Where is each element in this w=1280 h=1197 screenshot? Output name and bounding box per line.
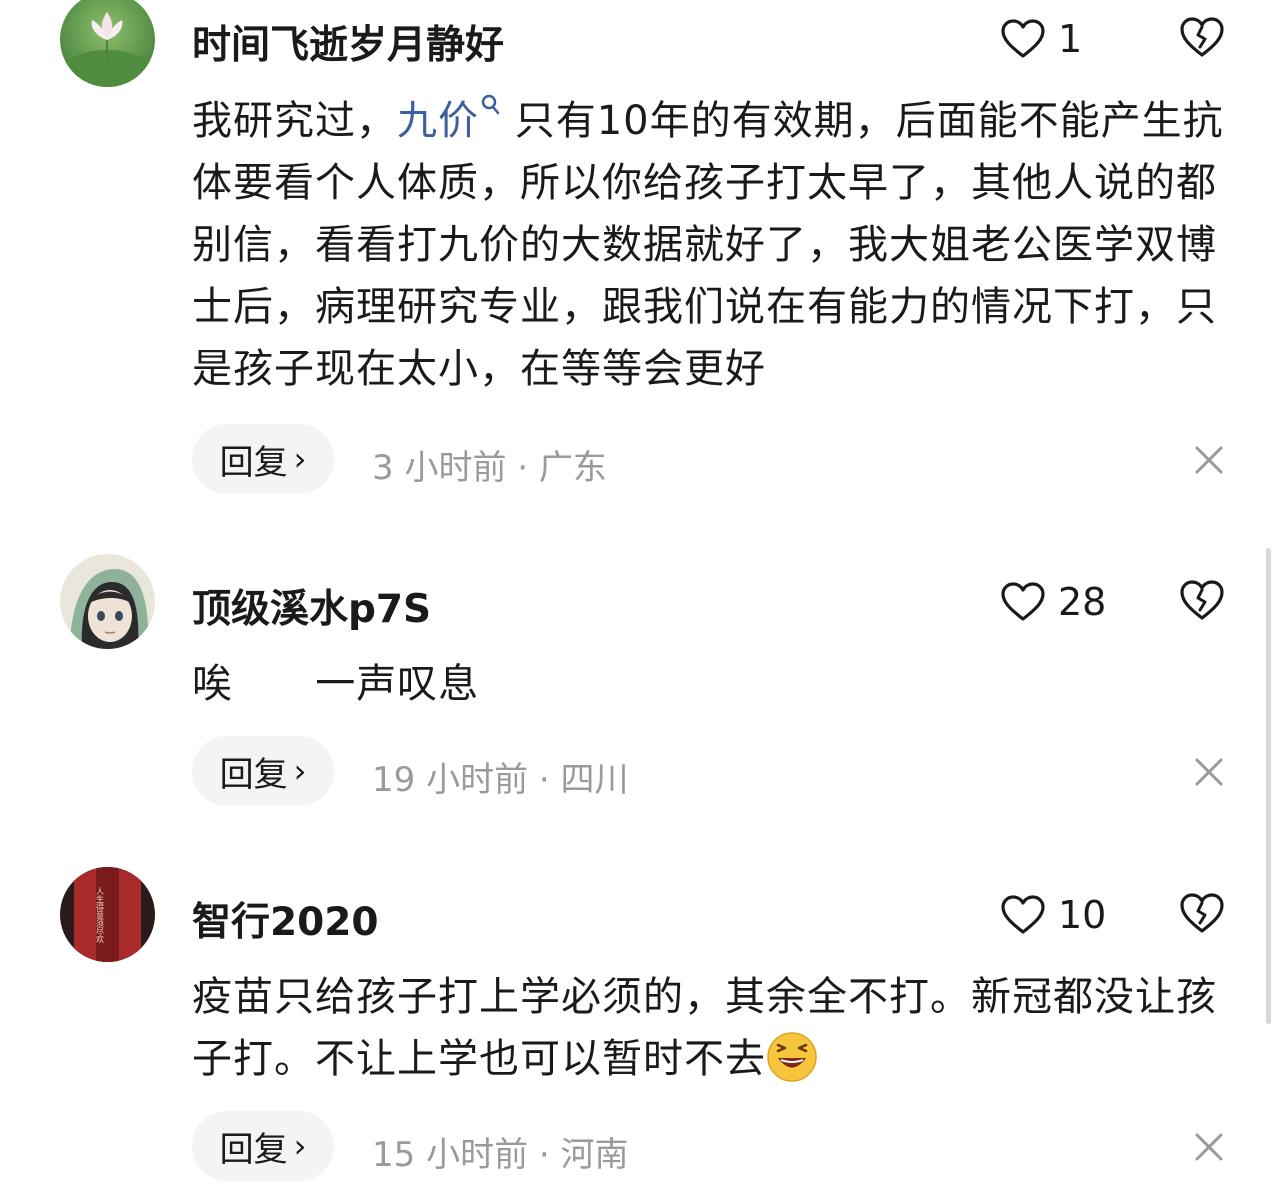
like-count: 28 <box>1058 580 1107 624</box>
comment-meta: 3 小时前 · 广东 <box>372 448 607 488</box>
heart-outline-icon <box>1001 19 1045 58</box>
reply-label: 回复 <box>219 1129 288 1170</box>
close-icon <box>1195 446 1223 474</box>
close-icon <box>1195 758 1223 786</box>
search-link[interactable]: 九价 <box>397 94 501 144</box>
comment-meta: 19 小时前 · 四川 <box>372 760 629 800</box>
comment-text-part: 我研究过， <box>192 98 397 144</box>
book-cover-avatar-image: 人生得意须尽欢 <box>60 867 155 962</box>
chevron-right-icon: › <box>293 440 307 478</box>
reply-button[interactable]: 回复 › <box>192 1111 334 1181</box>
search-link-label: 九价 <box>397 98 479 144</box>
comment-text-part: 疫苗只给孩子打上学必须的，其余全不打。新冠都没让孩子打。不让上学也可以暂时不去 <box>192 974 1217 1082</box>
comment-text: 我研究过，九价 只有10年的有效期，后面能不能产生抗体要看个人体质，所以你给孩子… <box>192 90 1232 400</box>
lotus-avatar-image <box>60 0 155 87</box>
like-count: 1 <box>1058 17 1083 61</box>
like-button[interactable]: 1 <box>1000 17 1082 61</box>
avatar[interactable] <box>60 554 155 649</box>
search-icon <box>481 94 500 115</box>
comment-text: 唉 一声叹息 <box>192 661 480 707</box>
comment-text: 疫苗只给孩子打上学必须的，其余全不打。新冠都没让孩子打。不让上学也可以暂时不去 <box>192 966 1232 1090</box>
broken-heart-icon <box>1180 580 1224 620</box>
comment-meta: 15 小时前 · 河南 <box>372 1135 629 1175</box>
like-count: 10 <box>1058 893 1107 937</box>
dislike-button[interactable] <box>1178 578 1226 622</box>
chevron-right-icon: › <box>293 1127 307 1165</box>
username[interactable]: 顶级溪水p7S <box>192 578 431 634</box>
reply-label: 回复 <box>219 442 288 483</box>
reply-label: 回复 <box>219 754 288 795</box>
username[interactable]: 智行2020 <box>192 891 379 947</box>
scrollbar[interactable] <box>1266 548 1271 1024</box>
close-icon <box>1195 1133 1223 1161</box>
broken-heart-icon <box>1180 893 1224 933</box>
comment-list: 时间飞逝岁月静好 1 我研究过，九价 只有10年的有效期，后面能不能产生抗体要看… <box>0 0 1280 1197</box>
avatar[interactable]: 人生得意须尽欢 <box>60 867 155 962</box>
close-button[interactable] <box>1193 756 1225 788</box>
laughing-emoji-icon <box>767 1032 817 1082</box>
username[interactable]: 时间飞逝岁月静好 <box>192 14 504 70</box>
reply-button[interactable]: 回复 › <box>192 424 334 494</box>
close-button[interactable] <box>1193 1131 1225 1163</box>
dislike-button[interactable] <box>1178 15 1226 59</box>
avatar[interactable] <box>60 0 155 87</box>
heart-outline-icon <box>1001 582 1045 621</box>
heart-outline-icon <box>1001 895 1045 934</box>
chevron-right-icon: › <box>293 752 307 790</box>
close-button[interactable] <box>1193 444 1225 476</box>
like-button[interactable]: 10 <box>1000 893 1106 937</box>
anime-avatar-image <box>60 554 155 649</box>
broken-heart-icon <box>1180 17 1224 57</box>
reply-button[interactable]: 回复 › <box>192 736 334 806</box>
dislike-button[interactable] <box>1178 891 1226 935</box>
avatar-text: 人生得意须尽欢 <box>96 887 105 944</box>
like-button[interactable]: 28 <box>1000 580 1106 624</box>
